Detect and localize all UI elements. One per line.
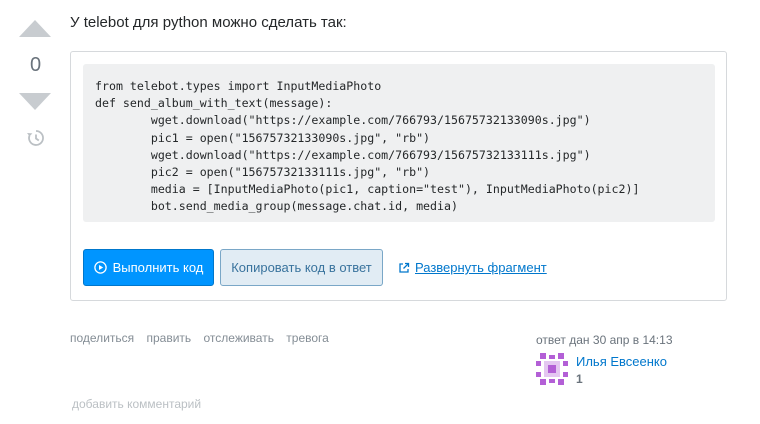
copy-code-label: Копировать код в ответ [231,260,372,275]
flag-link[interactable]: тревога [286,331,329,345]
vote-down-icon[interactable] [19,93,51,110]
play-icon [93,261,107,274]
vote-count: 0 [29,54,42,76]
expand-snippet-label: Развернуть фрагмент [415,260,547,275]
follow-link[interactable]: отслеживать [204,331,274,345]
run-code-label: Выполнить код [112,260,204,275]
user-name-link[interactable]: Илья Евсеенко [576,354,667,369]
edit-link[interactable]: править [146,331,191,345]
post-menu: поделиться править отслеживать тревога [70,331,338,345]
share-link[interactable]: поделиться [70,331,134,345]
reputation-score: 1 [576,372,583,386]
history-icon[interactable] [25,128,47,148]
code-snippet: from telebot.types import InputMediaPhot… [70,51,727,301]
external-link-icon [399,262,410,273]
answered-time: ответ дан 30 апр в 14:13 [536,333,673,347]
answer-intro-text: У telebot для python можно сделать так: [70,14,347,31]
code-block: from telebot.types import InputMediaPhot… [83,64,715,222]
run-code-button[interactable]: Выполнить код [83,249,214,286]
add-comment-link[interactable]: добавить комментарий [72,397,201,411]
expand-snippet-link[interactable]: Развернуть фрагмент [398,260,547,275]
user-card: ответ дан 30 апр в 14:13 Илья Евсеенко 1 [536,333,736,386]
avatar[interactable] [536,353,568,385]
copy-code-button[interactable]: Копировать код в ответ [220,249,383,286]
vote-up-icon[interactable] [19,20,51,37]
